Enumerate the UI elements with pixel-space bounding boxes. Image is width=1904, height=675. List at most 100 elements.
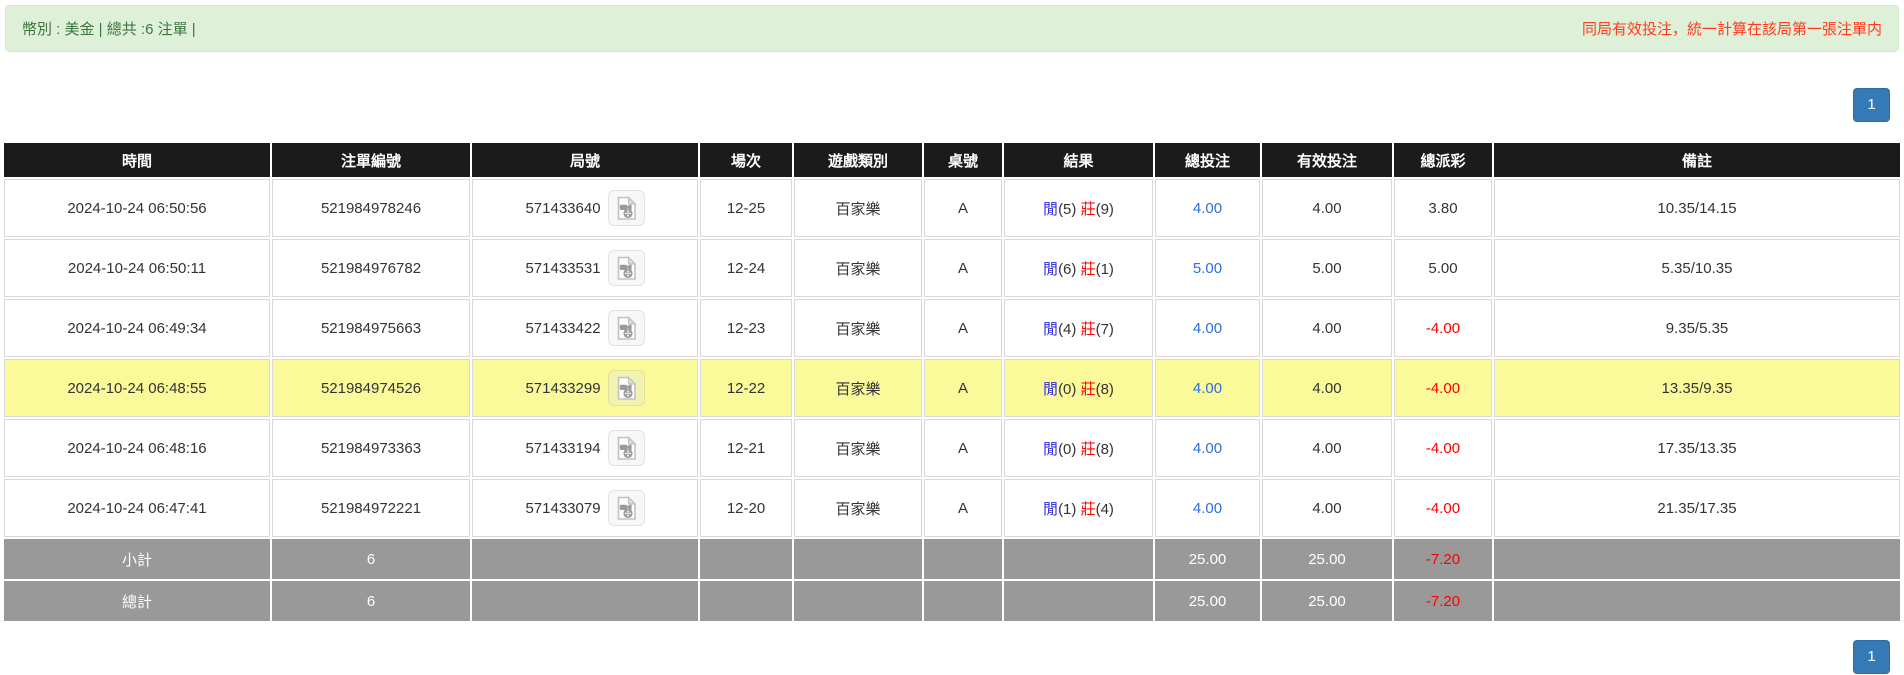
video-replay-button[interactable] [607, 430, 645, 466]
video-replay-button[interactable] [607, 370, 645, 406]
cell-payout: -4.00 [1394, 299, 1492, 357]
result-player-label: 閒 [1043, 500, 1059, 518]
round-id-wrap: 571433640 [477, 190, 693, 226]
result-banker-label: 莊 [1080, 320, 1096, 338]
cell-payout: 3.80 [1394, 179, 1492, 237]
total-bet-link[interactable]: 4.00 [1193, 200, 1222, 217]
cell-time: 2024-10-24 06:48:16 [4, 419, 270, 477]
video-replay-button[interactable] [607, 190, 645, 226]
result-player-score: (1) [1058, 500, 1077, 518]
table-row: 2024-10-24 06:49:34 521984975663 571433422… [4, 299, 1900, 357]
total-bet-link[interactable]: 4.00 [1193, 380, 1222, 397]
cell-time: 2024-10-24 06:48:55 [4, 359, 270, 417]
cell-table-no: A [924, 179, 1002, 237]
col-header-total-bet: 總投注 [1155, 143, 1260, 177]
cell-remark: 5.35/10.35 [1494, 239, 1900, 297]
footer-empty-game [794, 539, 922, 579]
col-header-result: 結果 [1004, 143, 1153, 177]
total-bet-link[interactable]: 5.00 [1193, 260, 1222, 277]
result-player-score: (0) [1058, 380, 1077, 398]
cell-game-type: 百家樂 [794, 359, 922, 417]
round-id-text: 571433194 [525, 439, 601, 457]
round-id-text: 571433640 [525, 199, 601, 217]
result-player-score: (4) [1058, 320, 1077, 338]
cell-total-bet: 4.00 [1155, 419, 1260, 477]
col-header-time: 時間 [4, 143, 270, 177]
result-banker-score: (4) [1095, 500, 1114, 518]
result-player-score: (6) [1058, 260, 1077, 278]
col-header-round-id: 局號 [472, 143, 698, 177]
cell-valid-bet: 4.00 [1262, 299, 1392, 357]
cell-bet-id: 521984974526 [272, 359, 470, 417]
payout-value: 3.80 [1428, 199, 1458, 217]
footer-empty-result [1004, 539, 1153, 579]
cell-valid-bet: 5.00 [1262, 239, 1392, 297]
round-id-text: 571433299 [525, 379, 601, 397]
cell-round-id: 571433194 [472, 419, 698, 477]
round-id-wrap: 571433531 [477, 250, 693, 286]
result-player-label: 閒 [1043, 320, 1059, 338]
total-bet-link[interactable]: 4.00 [1193, 320, 1222, 337]
cell-session: 12-22 [700, 359, 792, 417]
cell-table-no: A [924, 419, 1002, 477]
cell-result: 閒(6) 莊(1) [1004, 239, 1153, 297]
cell-valid-bet: 4.00 [1262, 359, 1392, 417]
result-banker-label: 莊 [1080, 260, 1096, 278]
table-row: 2024-10-24 06:48:16 521984973363 571433194… [4, 419, 1900, 477]
cell-payout: -4.00 [1394, 479, 1492, 537]
round-id-text: 571433079 [525, 499, 601, 517]
cell-valid-bet: 4.00 [1262, 479, 1392, 537]
video-replay-button[interactable] [607, 310, 645, 346]
cell-round-id: 571433299 [472, 359, 698, 417]
video-file-icon [617, 435, 636, 460]
table-row: 2024-10-24 06:50:56 521984978246 571433640… [4, 179, 1900, 237]
col-header-session: 場次 [700, 143, 792, 177]
table-body: 2024-10-24 06:50:56 521984978246 571433640… [4, 179, 1900, 621]
footer-total-bet: 25.00 [1155, 539, 1260, 579]
result-banker-score: (8) [1095, 440, 1114, 458]
cell-valid-bet: 4.00 [1262, 419, 1392, 477]
cell-session: 12-25 [700, 179, 792, 237]
round-id-wrap: 571433194 [477, 430, 693, 466]
footer-total-bet: 25.00 [1155, 581, 1260, 621]
subtotal-row: 小計 6 25.00 25.00 -7.20 [4, 539, 1900, 579]
total-bet-link[interactable]: 4.00 [1193, 440, 1222, 457]
result-player-label: 閒 [1043, 200, 1059, 218]
cell-time: 2024-10-24 06:50:56 [4, 179, 270, 237]
payout-value: -4.00 [1425, 439, 1461, 457]
round-id-wrap: 571433079 [477, 490, 693, 526]
total-bet-link[interactable]: 4.00 [1193, 500, 1222, 517]
cell-time: 2024-10-24 06:50:11 [4, 239, 270, 297]
pagination-bottom: 1 [0, 640, 1904, 674]
cell-total-bet: 4.00 [1155, 179, 1260, 237]
valid-bet-notice: 同局有效投注，統一計算在該局第一張注單内 [1581, 21, 1882, 38]
cell-remark: 9.35/5.35 [1494, 299, 1900, 357]
cell-result: 閒(0) 莊(8) [1004, 419, 1153, 477]
table-row: 2024-10-24 06:47:41 521984972221 571433079… [4, 479, 1900, 537]
cell-bet-id: 521984973363 [272, 419, 470, 477]
video-replay-button[interactable] [607, 490, 645, 526]
video-file-icon [617, 495, 636, 520]
cell-session: 12-24 [700, 239, 792, 297]
summary-alert-bar: 幣別 : 美金 | 總共 :6 注單 | 同局有效投注，統一計算在該局第一張注單… [5, 5, 1899, 52]
page-1-button[interactable]: 1 [1853, 640, 1890, 674]
result-banker-score: (1) [1095, 260, 1114, 278]
cell-game-type: 百家樂 [794, 419, 922, 477]
result-player-label: 閒 [1043, 260, 1059, 278]
result-banker-label: 莊 [1080, 200, 1096, 218]
footer-payout-value: -7.20 [1425, 550, 1461, 568]
video-replay-button[interactable] [607, 250, 645, 286]
cell-bet-id: 521984975663 [272, 299, 470, 357]
cell-remark: 17.35/13.35 [1494, 419, 1900, 477]
cell-remark: 21.35/17.35 [1494, 479, 1900, 537]
cell-table-no: A [924, 479, 1002, 537]
footer-valid-bet: 25.00 [1262, 539, 1392, 579]
payout-value: 5.00 [1428, 259, 1458, 277]
page-1-button[interactable]: 1 [1853, 88, 1890, 122]
cell-result: 閒(5) 莊(9) [1004, 179, 1153, 237]
round-id-text: 571433531 [525, 259, 601, 277]
footer-empty-round [472, 581, 698, 621]
col-header-remark: 備註 [1494, 143, 1900, 177]
cell-table-no: A [924, 359, 1002, 417]
cell-session: 12-20 [700, 479, 792, 537]
